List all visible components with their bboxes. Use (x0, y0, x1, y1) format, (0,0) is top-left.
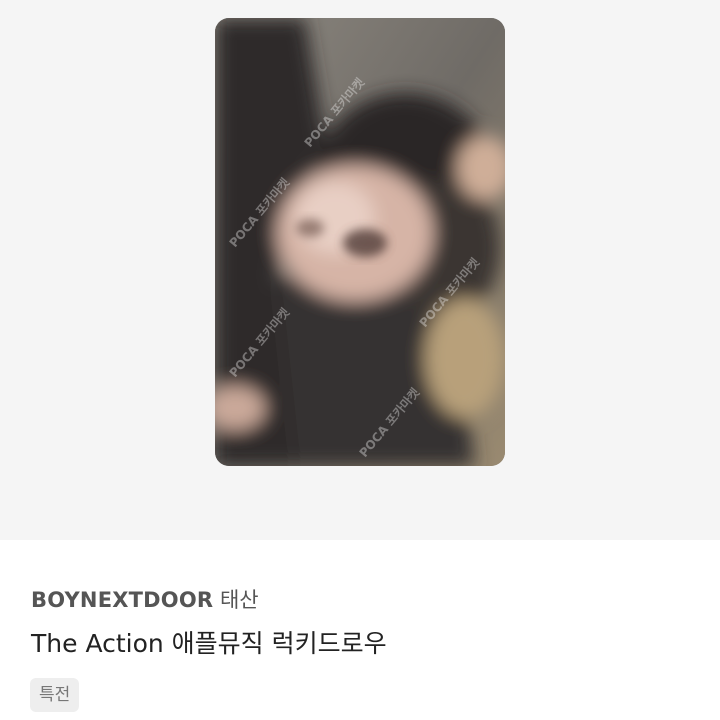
member-name: 태산 (219, 588, 259, 612)
tag-badge[interactable]: 특전 (30, 678, 80, 712)
product-page: POCA 포카마켓 POCA 포카마켓 POCA 포카마켓 POCA 포카마켓 … (0, 0, 720, 720)
brand-name: BOYNEXTDOOR (31, 588, 214, 612)
product-subtitle: The Action 애플뮤직 럭키드로우 (31, 629, 387, 658)
photocard-image[interactable]: POCA 포카마켓 POCA 포카마켓 POCA 포카마켓 POCA 포카마켓 … (215, 18, 505, 466)
product-title: BOYNEXTDOOR 태산 (31, 584, 259, 614)
photocard-photo: POCA 포카마켓 POCA 포카마켓 POCA 포카마켓 POCA 포카마켓 … (215, 18, 505, 466)
product-info: BOYNEXTDOOR 태산 The Action 애플뮤직 럭키드로우 특전 (0, 540, 720, 720)
product-image-area: POCA 포카마켓 POCA 포카마켓 POCA 포카마켓 POCA 포카마켓 … (0, 0, 720, 540)
